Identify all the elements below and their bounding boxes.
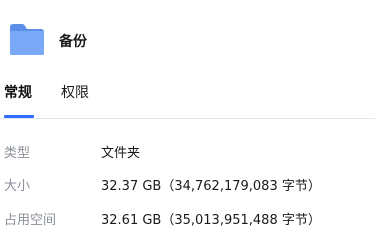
property-value: 文件夹 xyxy=(101,146,141,161)
tab-general[interactable]: 常规 xyxy=(4,82,32,102)
tab-permissions[interactable]: 权限 xyxy=(61,82,89,102)
property-label: 大小 xyxy=(4,179,31,194)
property-value: 32.61 GB（35,013,951,488 字节） xyxy=(101,213,321,228)
properties-dialog: 备份 常规 权限 类型 文件夹 大小 32.37 GB（34,762,179,0… xyxy=(0,0,375,241)
header: 备份 xyxy=(0,18,375,62)
property-label: 类型 xyxy=(4,146,31,161)
folder-icon xyxy=(10,24,44,55)
divider xyxy=(0,118,375,119)
property-row-type: 类型 文件夹 xyxy=(0,138,375,161)
property-value: 32.37 GB（34,762,179,083 字节） xyxy=(101,179,321,194)
property-row-size: 大小 32.37 GB（34,762,179,083 字节） xyxy=(0,171,375,194)
tab-bar: 常规 权限 xyxy=(0,78,375,118)
property-label: 占用空间 xyxy=(4,213,57,228)
property-row-size-on-disk: 占用空间 32.61 GB（35,013,951,488 字节） xyxy=(0,205,375,228)
folder-name-title: 备份 xyxy=(59,34,87,50)
